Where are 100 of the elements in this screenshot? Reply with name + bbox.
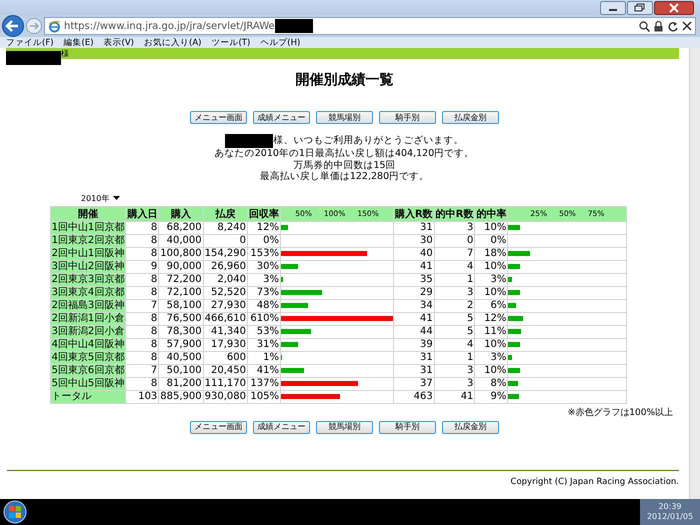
clock[interactable]: 20:39 2012/01/05 [640, 499, 700, 525]
back-button[interactable] [2, 15, 24, 37]
address-bar[interactable]: https://www.inq.jra.go.jp/jra/servlet/JRAWe [44, 17, 696, 35]
column-header: 購入 [158, 206, 204, 221]
column-header: 購入日 [126, 206, 159, 221]
lock-icon[interactable] [654, 20, 663, 32]
menu-item[interactable]: お気に入り(A) [144, 38, 202, 48]
table-cell: 30% [248, 260, 281, 273]
scrollbar[interactable] [689, 48, 700, 499]
column-header: 払戻 [203, 206, 248, 221]
nav-button[interactable]: メニュー画面 [190, 111, 247, 124]
nav-button[interactable]: 騎手別 [379, 420, 436, 434]
nav-button[interactable]: 競馬場別 [316, 420, 373, 434]
nav-button[interactable]: メニュー画面 [190, 420, 247, 434]
search-icon[interactable] [639, 20, 650, 32]
stop-icon[interactable] [682, 21, 692, 31]
table-cell: 4 [434, 260, 475, 273]
table-cell: 7 [126, 299, 159, 312]
table-cell: 8 [126, 273, 159, 286]
table-cell: 463 [394, 390, 434, 403]
table-cell: 3 [434, 221, 475, 234]
table-cell: 3% [248, 273, 281, 286]
table-cell: 12% [474, 312, 508, 325]
table-cell: 3回中山2回阪神 [50, 260, 126, 273]
table-cell: 11% [474, 325, 508, 338]
table-cell: 10% [474, 260, 508, 273]
table-cell: 3 [434, 364, 475, 377]
table-cell: 137% [248, 377, 281, 390]
redaction-box [6, 50, 61, 64]
user-name-suffix: 様 [61, 48, 69, 59]
table-cell: 18% [474, 247, 508, 260]
table-cell: 41% [248, 364, 281, 377]
menu-item[interactable]: ヘルプ(H) [260, 38, 300, 48]
table-cell: 41,340 [203, 325, 248, 338]
table-cell: 81,200 [158, 377, 204, 390]
menu-item[interactable]: 表示(V) [104, 38, 134, 48]
table-cell: 44 [394, 325, 434, 338]
table-cell: 12% [248, 221, 281, 234]
nav-button[interactable]: 騎手別 [379, 111, 436, 124]
minimize-button[interactable] [600, 0, 626, 14]
table-cell: 1% [248, 351, 281, 364]
copyright-text: Copyright (C) Japan Racing Association. [510, 476, 679, 486]
menu-item[interactable]: ファイル(F) [6, 38, 54, 48]
refresh-icon[interactable] [667, 20, 678, 32]
table-cell: 37 [394, 377, 434, 390]
table-cell: 8 [126, 338, 159, 351]
table-cell: 103 [126, 390, 159, 403]
table-cell: 9 [126, 260, 159, 273]
table-cell: 466,610 [203, 312, 248, 325]
table-cell: 5 [434, 325, 475, 338]
table-cell: 27,930 [203, 299, 248, 312]
table-cell: 1 [434, 351, 475, 364]
menu-item[interactable]: ツール(T) [211, 38, 250, 48]
table-cell: 40 [394, 247, 434, 260]
table-cell: 29 [394, 286, 434, 299]
table-cell: 885,900 [158, 390, 204, 403]
column-header: 購入R数 [394, 206, 434, 221]
table-cell: 0% [474, 234, 508, 247]
table-cell: 41 [434, 390, 475, 403]
caret-icon [113, 196, 120, 200]
table-cell: 105% [248, 390, 281, 403]
table-cell: 57,900 [158, 338, 204, 351]
table-cell: 39 [394, 338, 434, 351]
table-cell: 2回中山1回阪神 [50, 247, 126, 260]
browser-icon [48, 20, 61, 32]
restore-button[interactable] [627, 0, 653, 14]
nav-button[interactable]: 成績メニュー [253, 111, 310, 124]
table-cell: 68,200 [158, 221, 204, 234]
table-cell: 1回東京2回京都 [50, 234, 126, 247]
table-cell: 2回福島3回阪神 [50, 299, 126, 312]
table-cell: 0 [434, 234, 475, 247]
table-cell: 1回中山1回京都 [50, 221, 126, 234]
table-cell: 41 [394, 260, 434, 273]
table-cell: 8 [126, 286, 159, 299]
table-cell: 72,100 [158, 286, 204, 299]
page-title: 開催別成績一覧 [296, 71, 394, 89]
nav-button[interactable]: 払戻金別 [442, 420, 499, 434]
table-cell: 0 [203, 234, 248, 247]
table-cell: 7 [434, 247, 475, 260]
table-cell: 10% [474, 338, 508, 351]
table-cell: 10% [474, 364, 508, 377]
nav-button[interactable]: 競馬場別 [316, 111, 373, 124]
table-cell: 41 [394, 312, 434, 325]
message-text: 最高払い戻し単価は122,280円です。 [260, 171, 430, 182]
nav-button[interactable]: 成績メニュー [253, 420, 310, 434]
year-dropdown[interactable]: 2010年 [79, 192, 122, 204]
nav-button[interactable]: 払戻金別 [442, 111, 499, 124]
table-cell: 9% [474, 390, 508, 403]
table-cell: 35 [394, 273, 434, 286]
greeting-text: 様、いつもご利用ありがとうございます。 [273, 135, 464, 147]
column-header: 的中R数 [434, 206, 475, 221]
table-cell: 3% [474, 351, 508, 364]
menu-item[interactable]: 編集(E) [64, 38, 94, 48]
table-cell: 1 [434, 273, 475, 286]
close-button[interactable] [654, 0, 694, 14]
column-header: 開催 [50, 206, 126, 221]
table-cell: 52,520 [203, 286, 248, 299]
table-cell: 3 [434, 286, 475, 299]
table-cell: 7 [126, 364, 159, 377]
table-cell: 8 [126, 377, 159, 390]
